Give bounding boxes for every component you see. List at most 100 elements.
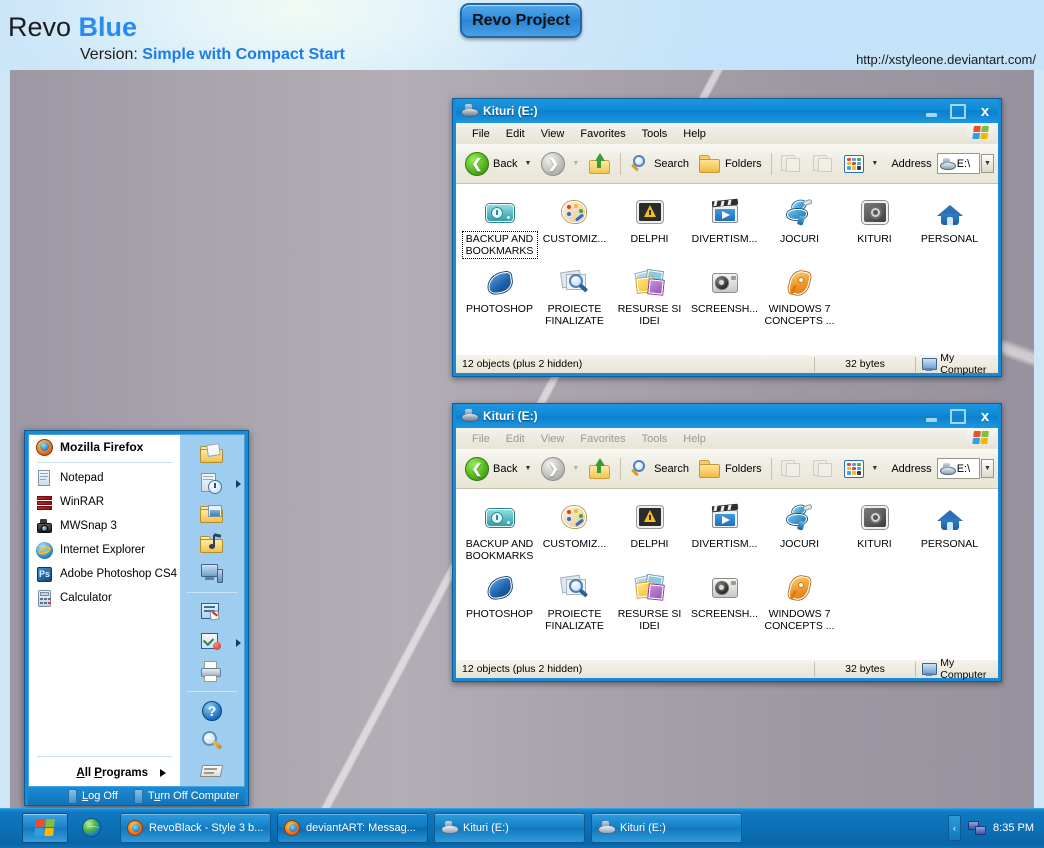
file-item[interactable]: DIVERTISM... [687, 499, 762, 569]
start-menu-place-my-music[interactable] [180, 528, 244, 558]
menu-favorites[interactable]: Favorites [572, 126, 633, 142]
icon-grid[interactable]: BACKUP AND BOOKMARKS CUSTOMIZ... DELPHI DIV… [461, 194, 992, 334]
views-dropdown[interactable]: ▼ [869, 160, 883, 167]
forward-history-dropdown[interactable]: ▼ [570, 160, 584, 167]
file-item[interactable]: PERSONAL [912, 194, 987, 264]
file-list[interactable]: BACKUP AND BOOKMARKS CUSTOMIZ... DELPHI DIV… [456, 184, 998, 354]
program-list[interactable]: Mozilla Firefox Notepad WinRAR MWSnap 3 Inte… [29, 435, 180, 610]
address-input[interactable]: E:\ [936, 153, 980, 174]
folders-button[interactable]: Folders [694, 151, 767, 176]
windows-flag-button[interactable] [966, 429, 996, 448]
file-list[interactable]: BACKUP AND BOOKMARKS CUSTOMIZ... DELPHI DIV… [456, 489, 998, 659]
forward-history-dropdown[interactable]: ▼ [570, 465, 584, 472]
start-menu-places[interactable]: ? [180, 434, 245, 787]
file-item[interactable]: RESURSE SI IDEI [612, 264, 687, 334]
address-input[interactable]: E:\ [936, 458, 980, 479]
file-item[interactable]: SCREENSH... [687, 569, 762, 639]
window-controls[interactable]: x [922, 404, 994, 428]
desktop[interactable]: Kituri (E:) x File Edit View Favorites T… [10, 70, 1034, 808]
address-dropdown-button[interactable]: ▼ [980, 459, 995, 478]
copy-to-button[interactable] [807, 151, 839, 176]
menu-edit[interactable]: Edit [498, 431, 533, 447]
explorer-window-2[interactable]: Kituri (E:) x File Edit View Favorites T… [452, 403, 1002, 682]
file-item[interactable]: PHOTOSHOP [462, 264, 537, 334]
up-button[interactable] [584, 456, 616, 482]
move-to-button[interactable] [775, 456, 807, 481]
taskbar-button[interactable]: deviantART: Messag... [277, 812, 428, 843]
up-button[interactable] [584, 151, 616, 177]
icon-grid[interactable]: BACKUP AND BOOKMARKS CUSTOMIZ... DELPHI DIV… [462, 499, 992, 639]
start-menu-actions[interactable]: Log Off Turn Off Computer [28, 787, 245, 805]
close-icon[interactable]: x [976, 408, 994, 424]
menu-tools[interactable]: Tools [634, 431, 676, 447]
views-dropdown[interactable]: ▼ [869, 465, 883, 472]
back-history-dropdown[interactable]: ▼ [522, 465, 536, 472]
start-menu-place-my-computer[interactable] [180, 558, 244, 588]
menubar[interactable]: File Edit View Favorites Tools Help [456, 123, 998, 144]
back-history-dropdown[interactable]: ▼ [522, 160, 536, 167]
start-menu-place-set-program-access[interactable] [180, 627, 244, 657]
browser-globe-icon[interactable] [81, 818, 101, 837]
system-tray[interactable]: ‹ 8:35 PM [948, 813, 1034, 843]
start-menu-place-my-documents[interactable] [180, 438, 244, 468]
views-button[interactable] [839, 457, 869, 481]
move-to-button[interactable] [775, 151, 807, 176]
toolbar[interactable]: ❮ Back ▼ ❯ ▼ Search Folders ▼ Address E:… [456, 449, 998, 489]
start-menu-place-search[interactable] [180, 726, 244, 756]
menu-file[interactable]: File [464, 126, 498, 142]
taskbar-button[interactable]: Kituri (E:) [434, 812, 585, 843]
forward-button[interactable]: ❯ [536, 149, 570, 179]
menu-edit[interactable]: Edit [498, 126, 533, 142]
windows-flag-button[interactable] [966, 124, 996, 143]
file-item[interactable]: KITURI [837, 194, 912, 264]
turn-off-computer-button[interactable]: Turn Off Computer [133, 788, 239, 804]
start-menu-item[interactable]: WinRAR [29, 490, 180, 514]
window-controls[interactable]: x [922, 99, 994, 123]
close-icon[interactable]: x [976, 103, 994, 119]
start-menu-place-control-panel[interactable] [180, 597, 244, 627]
start-menu-item[interactable]: Ps Adobe Photoshop CS4 [29, 562, 180, 586]
file-item[interactable]: BACKUP AND BOOKMARKS [461, 194, 538, 264]
file-item[interactable]: KITURI [837, 499, 912, 569]
file-item[interactable]: BACKUP AND BOOKMARKS [462, 499, 537, 569]
file-item[interactable]: PERSONAL [912, 499, 987, 569]
start-menu-place-help-and-support[interactable]: ? [180, 696, 244, 726]
menu-file[interactable]: File [464, 431, 498, 447]
all-programs-button[interactable]: All Programs [29, 760, 180, 786]
file-item[interactable]: RESURSE SI IDEI [612, 569, 687, 639]
forward-button[interactable]: ❯ [536, 454, 570, 484]
copy-to-button[interactable] [807, 456, 839, 481]
views-button[interactable] [839, 152, 869, 176]
search-button[interactable]: Search [625, 151, 694, 177]
address-dropdown-button[interactable]: ▼ [980, 154, 995, 173]
project-badge[interactable]: Revo Project [460, 3, 582, 38]
taskbar-button[interactable]: Kituri (E:) [591, 812, 742, 843]
file-item[interactable]: JOCURI [762, 499, 837, 569]
start-menu-item[interactable]: Mozilla Firefox [29, 435, 180, 459]
start-menu-item[interactable]: MWSnap 3 [29, 514, 180, 538]
file-item[interactable]: WINDOWS 7 CONCEPTS ... [762, 569, 837, 639]
file-item[interactable]: CUSTOMIZ... [537, 499, 612, 569]
file-item[interactable]: CUSTOMIZ... [537, 194, 612, 264]
toolbar[interactable]: ❮ Back ▼ ❯ ▼ Search Folders ▼ Address E:… [456, 144, 998, 184]
file-item[interactable]: WINDOWS 7 CONCEPTS ... [762, 264, 837, 334]
task-buttons[interactable]: RevoBlack - Style 3 b... deviantART: Mess… [120, 812, 948, 843]
start-menu-item[interactable]: Internet Explorer [29, 538, 180, 562]
network-icon[interactable] [968, 820, 987, 836]
menubar[interactable]: File Edit View Favorites Tools Help [456, 428, 998, 449]
start-menu-place-printers-and-faxes[interactable] [180, 657, 244, 687]
start-menu-place-run[interactable] [180, 756, 244, 786]
file-item[interactable]: PROIECTE FINALIZATE [537, 264, 612, 334]
quick-launch[interactable] [68, 818, 114, 837]
start-menu-place-recent-documents[interactable] [180, 468, 244, 498]
search-button[interactable]: Search [625, 456, 694, 482]
window-titlebar[interactable]: Kituri (E:) x [456, 404, 998, 428]
back-button[interactable]: ❮ Back [460, 454, 522, 484]
maximize-button[interactable] [949, 408, 967, 424]
menu-tools[interactable]: Tools [634, 126, 676, 142]
start-button[interactable] [22, 812, 68, 843]
folders-button[interactable]: Folders [694, 456, 767, 481]
minimize-button[interactable] [922, 408, 940, 424]
file-item[interactable]: PHOTOSHOP [462, 569, 537, 639]
start-menu-programs[interactable]: Mozilla Firefox Notepad WinRAR MWSnap 3 Inte… [28, 434, 180, 787]
